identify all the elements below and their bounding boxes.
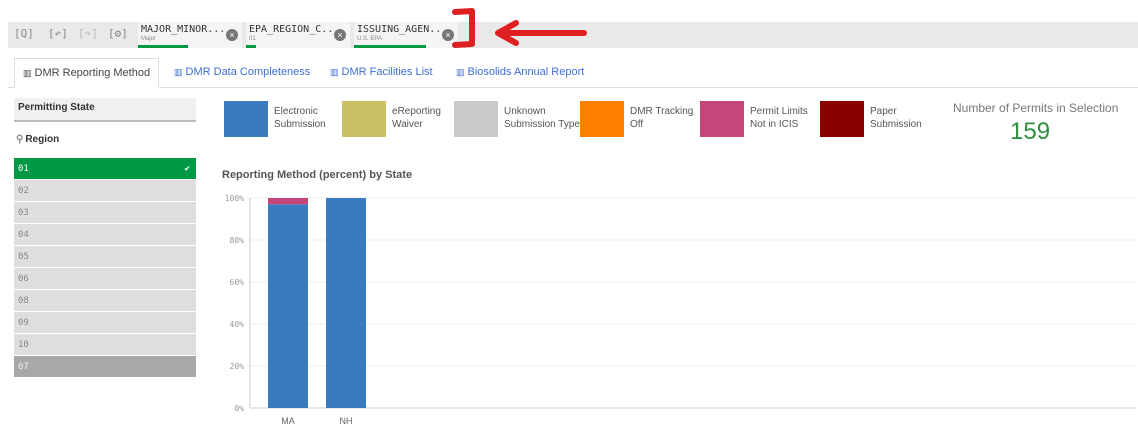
stacked-bar-chart: 0% 20% 40% 60% 80% 100% MA NH: [225, 194, 1136, 426]
selection-value: Major: [141, 36, 157, 42]
legend-label: DMR Tracking Off: [630, 106, 694, 130]
list-item[interactable]: 02: [14, 180, 196, 202]
y-tick-label: 100%: [225, 194, 244, 203]
list-item[interactable]: 07: [14, 356, 196, 378]
chart-title: Reporting Method (percent) by State: [222, 169, 413, 181]
tab-label: DMR Facilities List: [341, 66, 433, 78]
bar-segment: [268, 198, 308, 205]
selection-field: ISSUING_AGEN...: [357, 24, 448, 35]
legend-item: Unknown Submission Type: [454, 101, 584, 137]
list-item[interactable]: 10: [14, 334, 196, 356]
tab-label: DMR Reporting Method: [34, 67, 151, 79]
check-icon: ✔: [184, 164, 190, 174]
legend-swatch: [580, 101, 624, 137]
remove-selection-icon[interactable]: ×: [334, 29, 346, 41]
clear-all-selections-icon[interactable]: [⚙]: [108, 27, 128, 43]
legend-swatch: [820, 101, 864, 137]
step-forward-icon[interactable]: [↷]: [78, 27, 98, 43]
tab-dmr-reporting-method[interactable]: ▥ DMR Reporting Method: [14, 58, 160, 88]
bar-chart-icon: ▥: [456, 67, 465, 77]
selection-chip-issuing-agency[interactable]: ISSUING_AGEN... U.S. EPA ×: [354, 22, 458, 48]
kpi-title: Number of Permits in Selection: [953, 101, 1119, 115]
list-item[interactable]: 04: [14, 224, 196, 246]
selection-state-bar: [138, 45, 188, 48]
permitting-state-filter[interactable]: Permitting State: [14, 98, 196, 122]
legend-label: Permit Limits Not in ICIS: [750, 106, 808, 130]
legend-swatch: [700, 101, 744, 137]
selection-state-bar: [354, 45, 426, 48]
region-list: 01 ✔ 02 03 04 05 06 08 09 10 07: [14, 158, 196, 378]
y-tick-label: 40%: [230, 320, 245, 329]
legend-label: Paper Submission: [870, 106, 922, 130]
y-tick-label: 60%: [230, 278, 245, 287]
smart-search-icon[interactable]: [Q]: [14, 27, 34, 43]
legend-item: Electronic Submission: [224, 101, 354, 137]
y-tick-label: 20%: [230, 362, 245, 371]
legend-swatch: [224, 101, 268, 137]
tab-dmr-facilities-list[interactable]: ▥ DMR Facilities List: [330, 58, 433, 88]
tab-label: Biosolids Annual Report: [467, 66, 585, 78]
legend-swatch: [454, 101, 498, 137]
tab-label: DMR Data Completeness: [185, 66, 311, 78]
red-arrow-annotation: [495, 20, 587, 46]
region-label: Region: [25, 134, 60, 145]
step-back-icon[interactable]: [↶]: [48, 27, 68, 43]
bar-chart-icon: ▥: [174, 67, 183, 77]
list-item[interactable]: 08: [14, 290, 196, 312]
legend-item: DMR Tracking Off: [580, 101, 710, 137]
selection-value: U.S. EPA: [357, 36, 382, 42]
bar-chart-icon: ▥: [23, 68, 32, 78]
list-item[interactable]: 03: [14, 202, 196, 224]
kpi-value: 159: [1010, 118, 1051, 145]
bar-chart-icon: ▥: [330, 67, 339, 77]
list-item[interactable]: 06: [14, 268, 196, 290]
search-icon: ⚲: [16, 134, 24, 145]
selection-field: EPA_REGION_C...: [249, 24, 340, 35]
y-tick-label: 0%: [234, 404, 244, 413]
legend-item: Permit Limits Not in ICIS: [700, 101, 830, 137]
selection-tools: [Q] [↶] [↷] [⚙]: [8, 22, 138, 48]
sheet-tabs: ▥ DMR Reporting Method ▥ DMR Data Complete…: [8, 58, 1138, 88]
bar-segment: [268, 204, 308, 408]
region-filter-header[interactable]: ⚲ Region: [16, 134, 59, 145]
remove-selection-icon[interactable]: ×: [226, 29, 238, 41]
legend-item: Paper Submission: [820, 101, 950, 137]
legend-label: eReporting Waiver: [392, 106, 441, 130]
list-item[interactable]: 05: [14, 246, 196, 268]
selection-field: MAJOR_MINOR...: [141, 24, 226, 35]
tab-dmr-data-completeness[interactable]: ▥ DMR Data Completeness: [174, 58, 310, 88]
red-bracket-annotation: [452, 8, 475, 48]
selection-state-bar: [246, 45, 256, 48]
legend-item: eReporting Waiver: [342, 101, 472, 137]
y-tick-label: 80%: [230, 236, 245, 245]
selection-chip-epa-region[interactable]: EPA_REGION_C... 01 ×: [246, 22, 350, 48]
tab-biosolids-annual-report[interactable]: ▥ Biosolids Annual Report: [456, 58, 584, 88]
legend-swatch: [342, 101, 386, 137]
list-item[interactable]: 01 ✔: [14, 158, 196, 180]
selection-chip-major-minor[interactable]: MAJOR_MINOR... Major ×: [138, 22, 242, 48]
x-tick-label: MA: [281, 416, 295, 426]
selection-value: 01: [249, 36, 256, 42]
x-tick-label: NH: [340, 416, 353, 426]
legend-label: Unknown Submission Type: [504, 106, 580, 130]
list-item[interactable]: 09: [14, 312, 196, 334]
bar-segment: [326, 198, 366, 408]
